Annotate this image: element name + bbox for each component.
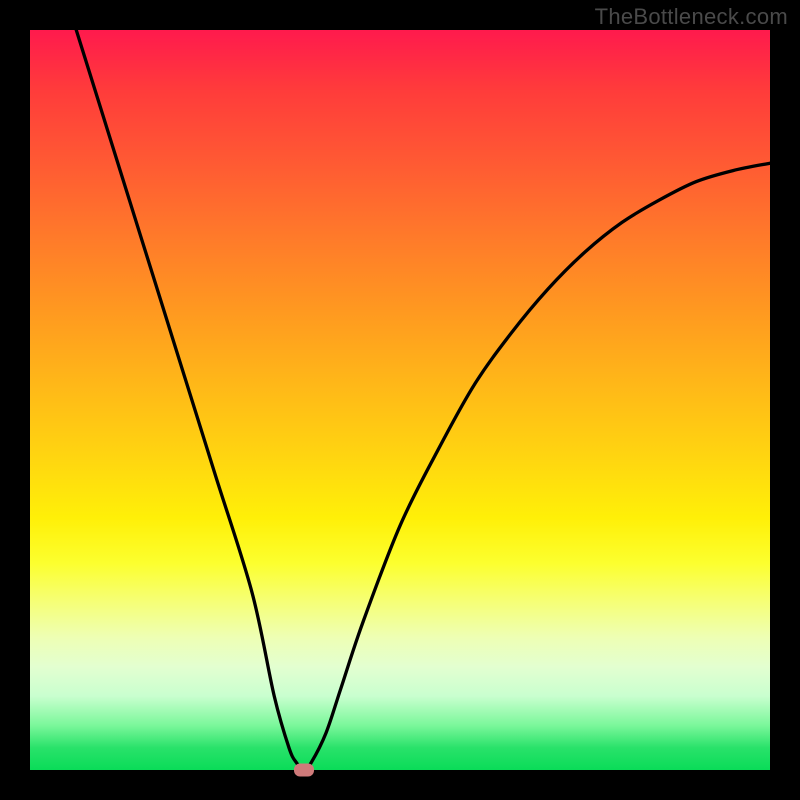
optimum-marker: [294, 764, 314, 777]
chart-frame: TheBottleneck.com: [0, 0, 800, 800]
bottleneck-curve: [30, 0, 770, 770]
curve-svg: [30, 30, 770, 770]
watermark-text: TheBottleneck.com: [595, 4, 788, 30]
plot-area: [30, 30, 770, 770]
